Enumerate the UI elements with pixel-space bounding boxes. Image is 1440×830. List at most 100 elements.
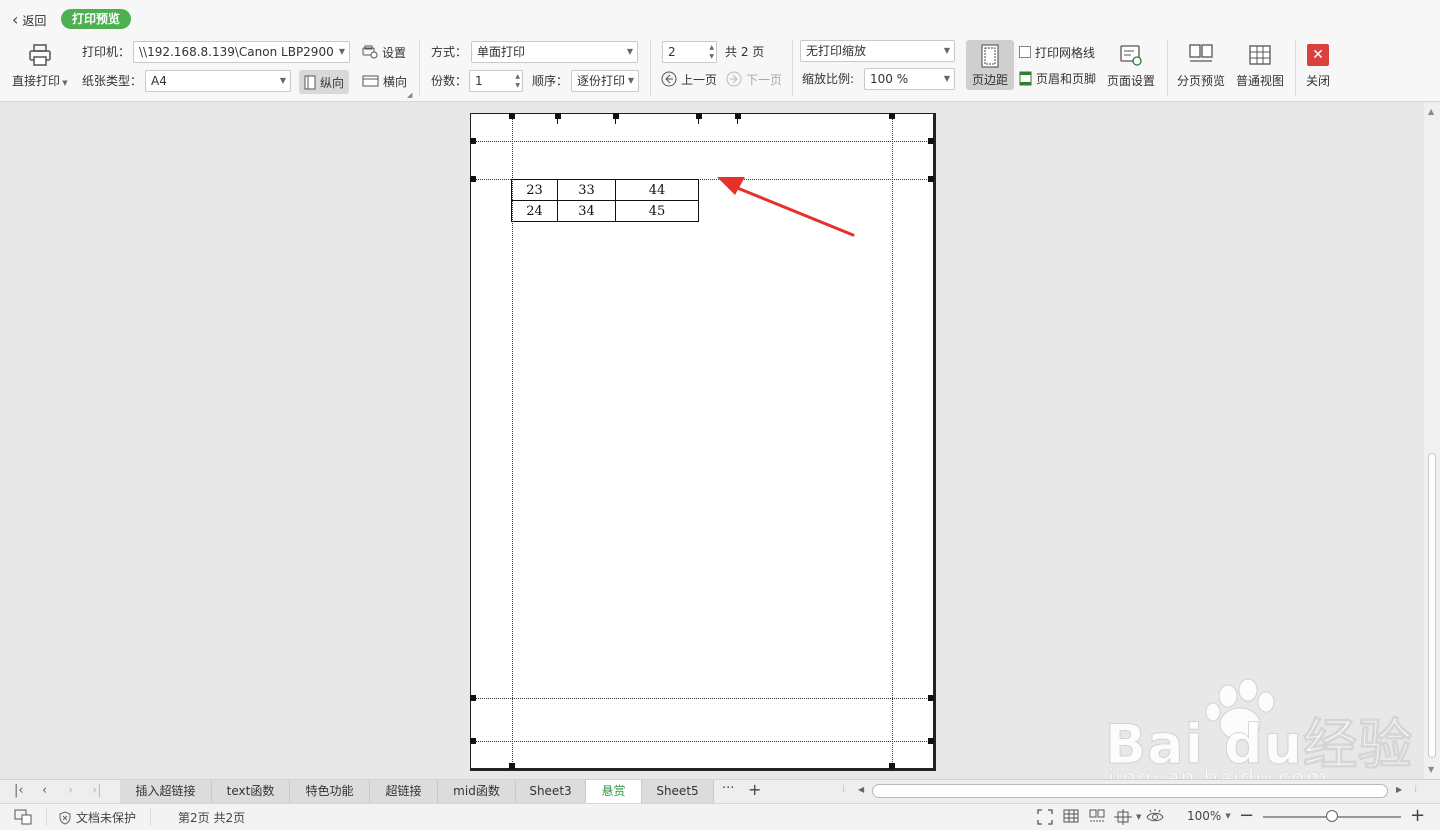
column-tick: [615, 118, 616, 124]
scroll-up-icon[interactable]: ▲: [1428, 107, 1434, 116]
page-setup-button[interactable]: 页面设置: [1107, 42, 1155, 89]
direct-print-button[interactable]: 直接打印 ▼: [12, 42, 68, 89]
margin-handle[interactable]: [470, 738, 476, 744]
margin-handle[interactable]: [928, 138, 934, 144]
scroll-right-icon[interactable]: ▶: [1396, 785, 1402, 794]
paper-type-value: A4: [151, 74, 167, 88]
column-tick: [737, 118, 738, 124]
landscape-button[interactable]: 横向: [362, 70, 407, 92]
column-handle[interactable]: [555, 113, 561, 119]
table-cell: 44: [615, 179, 699, 201]
more-sheets-button[interactable]: ···: [722, 781, 734, 796]
divider: [1295, 40, 1296, 96]
margins-button[interactable]: 页边距: [966, 40, 1014, 90]
margin-handle[interactable]: [889, 763, 895, 769]
print-gridlines-label: 打印网格线: [1035, 45, 1096, 60]
back-button[interactable]: ‹ 返回: [12, 10, 46, 30]
document-view-icon[interactable]: [14, 809, 32, 825]
printer-settings-button[interactable]: 设置: [362, 41, 406, 63]
margin-handle[interactable]: [889, 113, 895, 119]
dropdown-arrow-icon: ▼: [279, 76, 286, 85]
next-sheet-icon[interactable]: ›: [68, 783, 73, 798]
page-number-stepper[interactable]: 2 ▲ ▼: [662, 41, 717, 63]
scroll-left-icon[interactable]: ◀: [858, 785, 864, 794]
margin-handle[interactable]: [928, 738, 934, 744]
first-sheet-icon[interactable]: |‹: [14, 783, 24, 798]
print-mode-select[interactable]: 单面打印 ▼: [471, 41, 638, 63]
previous-sheet-icon[interactable]: ‹: [42, 783, 47, 798]
vertical-scrollbar[interactable]: ▲ ▼: [1424, 103, 1440, 779]
print-order-select[interactable]: 逐份打印 ▼: [571, 70, 639, 92]
sheet-tab[interactable]: 插入超链接: [120, 780, 212, 803]
zoom-slider-knob[interactable]: [1326, 810, 1338, 822]
right-margin-line[interactable]: [892, 114, 893, 768]
header-margin-line[interactable]: [471, 141, 933, 142]
margin-handle[interactable]: [928, 176, 934, 182]
next-page-button[interactable]: 下一页: [726, 68, 782, 90]
printer-select[interactable]: \\192.168.8.139\Canon LBP2900 ▼: [133, 41, 350, 63]
sheet-tab[interactable]: mid函数: [438, 780, 516, 803]
margins-label: 页边距: [971, 73, 1008, 87]
column-handle[interactable]: [696, 113, 702, 119]
horizontal-scrollbar[interactable]: [872, 784, 1388, 798]
sheet-tab[interactable]: Sheet5: [642, 780, 714, 803]
copies-stepper[interactable]: 1 ▲ ▼: [469, 70, 523, 92]
fullscreen-icon[interactable]: [1037, 809, 1053, 825]
sheet-tab[interactable]: 特色功能: [290, 780, 370, 803]
previous-page-label: 上一页: [681, 72, 718, 87]
print-scaling-select[interactable]: 无打印缩放 ▼: [800, 40, 955, 62]
table-cell: 23: [511, 179, 558, 201]
column-handle[interactable]: [735, 113, 741, 119]
sheet-tab-bar: |‹ ‹ › ›| 插入超链接 text函数 特色功能 超链接 mid函数 Sh…: [0, 779, 1440, 803]
sheet-tab[interactable]: 超链接: [370, 780, 438, 803]
column-handle[interactable]: [613, 113, 619, 119]
margin-handle[interactable]: [509, 113, 515, 119]
copies-value: 1: [475, 74, 483, 88]
group-expand-icon[interactable]: ◢: [407, 91, 412, 99]
reading-layout-icon[interactable]: ▼: [1114, 809, 1141, 825]
chevron-left-icon: ‹: [12, 10, 19, 29]
margin-handle[interactable]: [470, 695, 476, 701]
paper-type-select[interactable]: A4 ▼: [145, 70, 291, 92]
normal-view-icon[interactable]: [1063, 809, 1079, 823]
eye-protection-icon[interactable]: [1146, 809, 1164, 823]
table-row: 23 33 44: [511, 179, 699, 201]
close-preview-button[interactable]: ✕ 关闭: [1305, 42, 1331, 89]
sheet-tab-active[interactable]: 悬赏: [586, 780, 642, 803]
margin-handle[interactable]: [509, 763, 515, 769]
header-footer-button[interactable]: 页眉和页脚: [1019, 67, 1096, 89]
zoom-level-select[interactable]: 100% ▼: [1187, 809, 1231, 823]
portrait-button[interactable]: 纵向: [299, 70, 350, 94]
header-footer-label: 页眉和页脚: [1036, 71, 1097, 86]
add-sheet-button[interactable]: +: [748, 780, 761, 799]
dropdown-arrow-icon: ▼: [627, 76, 634, 85]
normal-view-button[interactable]: 普通视图: [1236, 42, 1284, 89]
settings-label: 设置: [382, 45, 407, 60]
zoom-in-button[interactable]: +: [1410, 805, 1425, 826]
print-mode-value: 单面打印: [477, 45, 526, 59]
last-sheet-icon[interactable]: ›|: [92, 783, 102, 798]
scroll-split-icon[interactable]: ⁞: [842, 784, 845, 795]
document-protection-status[interactable]: 文档未保护: [58, 809, 136, 826]
footer-margin-line[interactable]: [471, 741, 933, 742]
table-cell: 24: [511, 200, 558, 222]
sheet-tab[interactable]: Sheet3: [516, 780, 586, 803]
divider: [650, 40, 651, 96]
margin-handle[interactable]: [470, 138, 476, 144]
scroll-split-icon[interactable]: ⁞: [1414, 784, 1417, 795]
margin-handle[interactable]: [928, 695, 934, 701]
zoom-ratio-select[interactable]: 100 % ▼: [864, 68, 955, 90]
bottom-margin-line[interactable]: [471, 698, 933, 699]
margin-handle[interactable]: [470, 176, 476, 182]
sheet-tab[interactable]: text函数: [212, 780, 290, 803]
page-setup-icon: [1118, 42, 1144, 68]
page-break-view-icon[interactable]: [1089, 809, 1105, 823]
column-tick: [557, 118, 558, 124]
scroll-down-icon[interactable]: ▼: [1428, 765, 1434, 774]
print-gridlines-checkbox[interactable]: 打印网格线: [1019, 41, 1095, 63]
zoom-out-button[interactable]: −: [1239, 805, 1254, 826]
page-break-preview-button[interactable]: 分页预览: [1177, 42, 1225, 89]
scrollbar-thumb[interactable]: [1428, 453, 1436, 758]
status-bar: 文档未保护 第2页 共2页 ▼ 100% ▼ − +: [0, 803, 1440, 830]
previous-page-button[interactable]: 上一页: [661, 68, 717, 90]
